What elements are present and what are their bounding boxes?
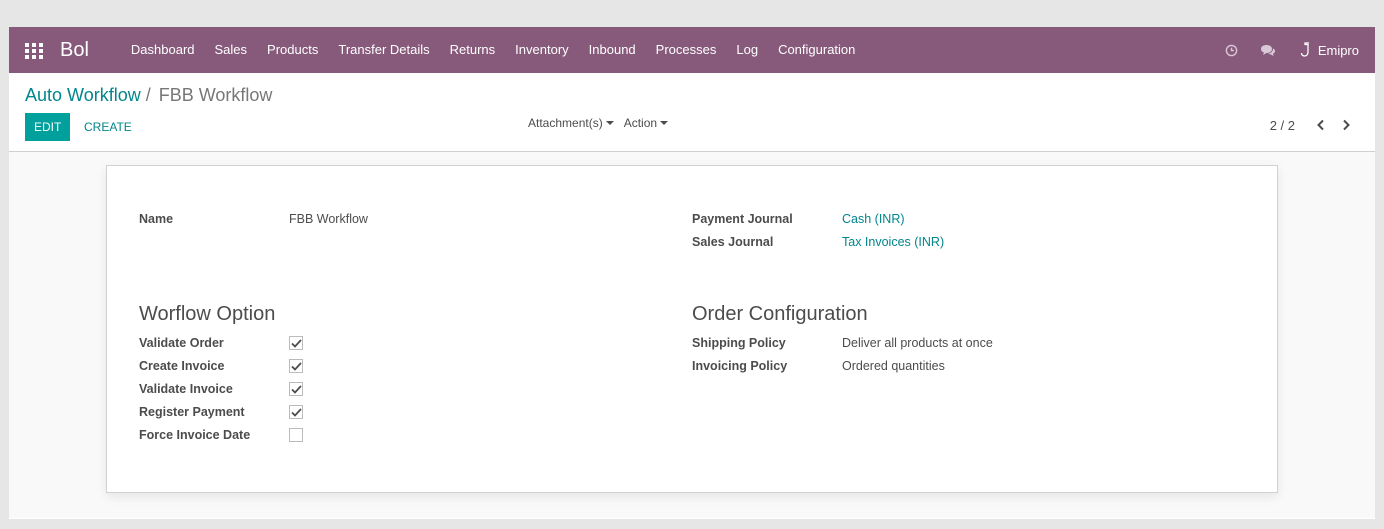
chevron-right-icon [1342,119,1350,131]
option-label: Validate Order [139,336,224,350]
sales-journal-label: Sales Journal [692,235,774,249]
chat-icon[interactable] [1260,44,1276,57]
payment-journal-label: Payment Journal [692,212,793,226]
validate-invoice-checkbox[interactable] [289,382,303,396]
menu-item-log[interactable]: Log [726,27,768,73]
workflow-option-title: Worflow Option [139,303,276,325]
validate-order-checkbox[interactable] [289,336,303,350]
option-row: Validate Order [139,333,303,353]
checkmark-icon [290,338,302,348]
field-name: Name FBB Workflow [139,209,368,229]
menu-item-configuration[interactable]: Configuration [768,27,865,73]
breadcrumb-parent[interactable]: Auto Workflow [25,85,141,106]
option-row: Force Invoice Date [139,425,303,445]
order-configuration-title: Order Configuration [692,303,868,325]
create-invoice-checkbox[interactable] [289,359,303,373]
force-invoice-date-checkbox[interactable] [289,428,303,442]
checkmark-icon [290,361,302,371]
pager-value[interactable]: 2 / 2 [1270,118,1295,133]
option-row: Validate Invoice [139,379,303,399]
pager: 2 / 2 [1270,115,1359,135]
field-payment-journal: Payment Journal Cash (INR) [692,209,905,229]
checkmark-icon [290,384,302,394]
option-row: Create Invoice [139,356,303,376]
caret-down-icon [605,121,614,125]
user-menu[interactable]: Emipro [1300,42,1359,58]
option-label: Force Invoice Date [139,428,251,442]
action-dropdown[interactable]: Action [623,116,669,130]
menu-item-inventory[interactable]: Inventory [505,27,578,73]
clock-icon[interactable] [1225,44,1238,57]
pager-previous-button[interactable] [1307,115,1333,135]
field-shipping-policy: Shipping Policy Deliver all products at … [692,333,993,353]
field-sales-journal: Sales Journal Tax Invoices (INR) [692,232,944,252]
navbar-systray: Emipro [1203,27,1359,73]
name-value: FBB Workflow [289,212,368,226]
menu-item-returns[interactable]: Returns [440,27,506,73]
app-brand[interactable]: Bol [60,39,89,62]
chevron-left-icon [1316,119,1324,131]
menu-item-dashboard[interactable]: Dashboard [121,27,205,73]
register-payment-checkbox[interactable] [289,405,303,419]
breadcrumb: Auto Workflow / FBB Workflow [25,85,272,106]
attachments-dropdown[interactable]: Attachment(s) [528,116,614,130]
sidebar-dropdowns: Attachment(s) Action [528,116,678,130]
payment-journal-link[interactable]: Cash (INR) [842,212,905,226]
breadcrumb-separator: / [145,85,151,105]
menu-item-transfer-details[interactable]: Transfer Details [328,27,439,73]
invoicing-policy-label: Invoicing Policy [692,359,788,373]
pager-next-button[interactable] [1333,115,1359,135]
shipping-policy-value: Deliver all products at once [842,336,993,350]
option-label: Create Invoice [139,359,225,373]
option-label: Validate Invoice [139,382,233,396]
user-name: Emipro [1317,42,1359,58]
menu-item-products[interactable]: Products [257,27,328,73]
field-invoicing-policy: Invoicing Policy Ordered quantities [692,356,945,376]
app-window: Bol Dashboard Sales Products Transfer De… [9,27,1375,519]
option-row: Register Payment [139,402,303,422]
form-sheet: Name FBB Workflow Payment Journal Cash (… [106,165,1278,493]
menu-item-sales[interactable]: Sales [205,27,258,73]
apps-grid-icon[interactable] [25,43,43,59]
sales-journal-link[interactable]: Tax Invoices (INR) [842,235,944,249]
invoicing-policy-value: Ordered quantities [842,359,945,373]
attachments-label: Attachment(s) [528,116,603,130]
shipping-policy-label: Shipping Policy [692,336,786,350]
user-icon [1300,42,1309,57]
edit-button[interactable]: EDIT [25,113,71,141]
form-view: Name FBB Workflow Payment Journal Cash (… [9,152,1375,518]
top-navbar: Bol Dashboard Sales Products Transfer De… [9,27,1375,73]
create-button[interactable]: CREATE [84,113,132,141]
menu-item-processes[interactable]: Processes [646,27,727,73]
action-label: Action [623,116,658,130]
checkmark-icon [290,407,302,417]
menu-item-inbound[interactable]: Inbound [579,27,646,73]
option-label: Register Payment [139,405,245,419]
control-panel: Auto Workflow / FBB Workflow EDIT CREATE… [9,73,1375,152]
breadcrumb-current: FBB Workflow [158,85,273,105]
caret-down-icon [660,121,669,125]
name-label: Name [139,212,174,226]
main-menu: Dashboard Sales Products Transfer Detail… [121,27,865,73]
